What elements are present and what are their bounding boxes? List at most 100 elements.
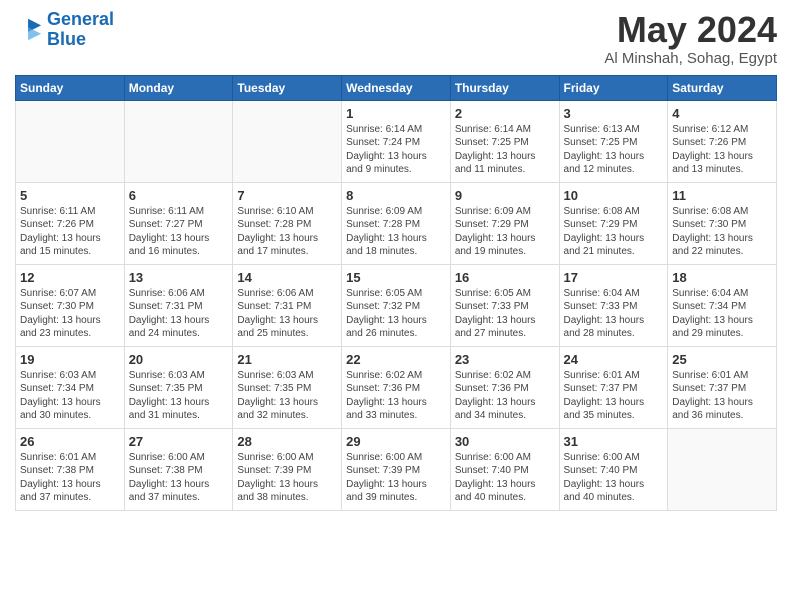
title-block: May 2024 Al Minshah, Sohag, Egypt: [604, 10, 777, 67]
day-number-1-1: 6: [129, 188, 229, 203]
cell-1-4: 9 Sunrise: 6:09 AMSunset: 7:29 PMDaylight…: [450, 182, 559, 264]
cell-3-3: 22 Sunrise: 6:02 AMSunset: 7:36 PMDayligh…: [342, 346, 451, 428]
day-number-1-5: 10: [564, 188, 664, 203]
header: General Blue May 2024 Al Minshah, Sohag,…: [15, 10, 777, 67]
cell-3-2: 21 Sunrise: 6:03 AMSunset: 7:35 PMDayligh…: [233, 346, 342, 428]
cell-1-6: 11Sunrise: 6:08 AMSunset: 7:30 PMDayligh…: [668, 182, 777, 264]
header-tuesday: Tuesday: [233, 75, 342, 100]
cell-0-1: [124, 100, 233, 182]
header-row: Sunday Monday Tuesday Wednesday Thursday…: [16, 75, 777, 100]
day-info-1-4: Sunrise: 6:09 AMSunset: 7:29 PMDaylight:…: [455, 205, 555, 259]
day-number-3-3: 22: [346, 352, 446, 367]
day-info-0-3: Sunrise: 6:14 AMSunset: 7:24 PMDaylight:…: [346, 123, 446, 177]
day-number-4-3: 29: [346, 434, 446, 449]
cell-0-2: [233, 100, 342, 182]
day-number-1-4: 9: [455, 188, 555, 203]
day-info-2-6: Sunrise: 6:04 AMSunset: 7:34 PMDaylight:…: [672, 287, 772, 341]
header-saturday: Saturday: [668, 75, 777, 100]
day-info-3-3: Sunrise: 6:02 AMSunset: 7:36 PMDaylight:…: [346, 369, 446, 423]
cell-3-1: 20Sunrise: 6:03 AMSunset: 7:35 PMDayligh…: [124, 346, 233, 428]
day-number-2-6: 18: [672, 270, 772, 285]
cell-0-4: 2 Sunrise: 6:14 AMSunset: 7:25 PMDaylight…: [450, 100, 559, 182]
week-row-4: 26 Sunrise: 6:01 AMSunset: 7:38 PMDayligh…: [16, 428, 777, 510]
cell-3-4: 23 Sunrise: 6:02 AMSunset: 7:36 PMDayligh…: [450, 346, 559, 428]
day-info-3-5: Sunrise: 6:01 AMSunset: 7:37 PMDaylight:…: [564, 369, 664, 423]
calendar-table: Sunday Monday Tuesday Wednesday Thursday…: [15, 75, 777, 511]
cell-4-5: 31Sunrise: 6:00 AMSunset: 7:40 PMDayligh…: [559, 428, 668, 510]
day-info-4-4: Sunrise: 6:00 AMSunset: 7:40 PMDaylight:…: [455, 451, 555, 505]
day-info-0-6: Sunrise: 6:12 AMSunset: 7:26 PMDaylight:…: [672, 123, 772, 177]
cell-2-0: 12 Sunrise: 6:07 AMSunset: 7:30 PMDayligh…: [16, 264, 125, 346]
week-row-0: 1Sunrise: 6:14 AMSunset: 7:24 PMDaylight…: [16, 100, 777, 182]
day-number-0-4: 2: [455, 106, 555, 121]
day-number-4-5: 31: [564, 434, 664, 449]
cell-4-2: 28 Sunrise: 6:00 AMSunset: 7:39 PMDayligh…: [233, 428, 342, 510]
day-info-4-1: Sunrise: 6:00 AMSunset: 7:38 PMDaylight:…: [129, 451, 229, 505]
day-number-1-3: 8: [346, 188, 446, 203]
cell-1-0: 5Sunrise: 6:11 AMSunset: 7:26 PMDaylight…: [16, 182, 125, 264]
cell-0-3: 1Sunrise: 6:14 AMSunset: 7:24 PMDaylight…: [342, 100, 451, 182]
day-number-3-6: 25: [672, 352, 772, 367]
week-row-2: 12 Sunrise: 6:07 AMSunset: 7:30 PMDayligh…: [16, 264, 777, 346]
day-number-2-1: 13: [129, 270, 229, 285]
day-info-0-4: Sunrise: 6:14 AMSunset: 7:25 PMDaylight:…: [455, 123, 555, 177]
cell-3-5: 24 Sunrise: 6:01 AMSunset: 7:37 PMDayligh…: [559, 346, 668, 428]
day-number-2-4: 16: [455, 270, 555, 285]
day-info-3-0: Sunrise: 6:03 AMSunset: 7:34 PMDaylight:…: [20, 369, 120, 423]
week-row-3: 19 Sunrise: 6:03 AMSunset: 7:34 PMDayligh…: [16, 346, 777, 428]
logo: General Blue: [15, 10, 114, 50]
cell-2-2: 14Sunrise: 6:06 AMSunset: 7:31 PMDayligh…: [233, 264, 342, 346]
cell-0-0: [16, 100, 125, 182]
header-friday: Friday: [559, 75, 668, 100]
day-number-2-2: 14: [237, 270, 337, 285]
day-number-3-5: 24: [564, 352, 664, 367]
cell-4-4: 30Sunrise: 6:00 AMSunset: 7:40 PMDayligh…: [450, 428, 559, 510]
day-number-1-2: 7: [237, 188, 337, 203]
day-info-2-1: Sunrise: 6:06 AMSunset: 7:31 PMDaylight:…: [129, 287, 229, 341]
day-info-2-4: Sunrise: 6:05 AMSunset: 7:33 PMDaylight:…: [455, 287, 555, 341]
cell-1-3: 8 Sunrise: 6:09 AMSunset: 7:28 PMDaylight…: [342, 182, 451, 264]
cell-0-6: 4Sunrise: 6:12 AMSunset: 7:26 PMDaylight…: [668, 100, 777, 182]
day-info-3-1: Sunrise: 6:03 AMSunset: 7:35 PMDaylight:…: [129, 369, 229, 423]
page: General Blue May 2024 Al Minshah, Sohag,…: [0, 0, 792, 521]
cell-0-5: 3 Sunrise: 6:13 AMSunset: 7:25 PMDaylight…: [559, 100, 668, 182]
day-number-3-0: 19: [20, 352, 120, 367]
week-row-1: 5Sunrise: 6:11 AMSunset: 7:26 PMDaylight…: [16, 182, 777, 264]
cell-1-5: 10Sunrise: 6:08 AMSunset: 7:29 PMDayligh…: [559, 182, 668, 264]
cell-2-6: 18 Sunrise: 6:04 AMSunset: 7:34 PMDayligh…: [668, 264, 777, 346]
day-number-4-0: 26: [20, 434, 120, 449]
day-info-3-2: Sunrise: 6:03 AMSunset: 7:35 PMDaylight:…: [237, 369, 337, 423]
day-info-4-2: Sunrise: 6:00 AMSunset: 7:39 PMDaylight:…: [237, 451, 337, 505]
day-number-0-5: 3: [564, 106, 664, 121]
day-info-1-1: Sunrise: 6:11 AMSunset: 7:27 PMDaylight:…: [129, 205, 229, 259]
day-info-2-0: Sunrise: 6:07 AMSunset: 7:30 PMDaylight:…: [20, 287, 120, 341]
logo-icon: [15, 16, 43, 44]
day-info-2-5: Sunrise: 6:04 AMSunset: 7:33 PMDaylight:…: [564, 287, 664, 341]
header-sunday: Sunday: [16, 75, 125, 100]
day-number-3-2: 21: [237, 352, 337, 367]
day-info-1-3: Sunrise: 6:09 AMSunset: 7:28 PMDaylight:…: [346, 205, 446, 259]
day-number-2-3: 15: [346, 270, 446, 285]
day-info-4-0: Sunrise: 6:01 AMSunset: 7:38 PMDaylight:…: [20, 451, 120, 505]
day-info-3-6: Sunrise: 6:01 AMSunset: 7:37 PMDaylight:…: [672, 369, 772, 423]
day-number-4-1: 27: [129, 434, 229, 449]
day-number-3-4: 23: [455, 352, 555, 367]
logo-text: General Blue: [47, 10, 114, 50]
cell-2-4: 16 Sunrise: 6:05 AMSunset: 7:33 PMDayligh…: [450, 264, 559, 346]
day-info-3-4: Sunrise: 6:02 AMSunset: 7:36 PMDaylight:…: [455, 369, 555, 423]
day-info-0-5: Sunrise: 6:13 AMSunset: 7:25 PMDaylight:…: [564, 123, 664, 177]
header-wednesday: Wednesday: [342, 75, 451, 100]
title-location: Al Minshah, Sohag, Egypt: [604, 50, 777, 67]
day-number-1-6: 11: [672, 188, 772, 203]
cell-3-6: 25 Sunrise: 6:01 AMSunset: 7:37 PMDayligh…: [668, 346, 777, 428]
cell-4-0: 26 Sunrise: 6:01 AMSunset: 7:38 PMDayligh…: [16, 428, 125, 510]
day-number-2-0: 12: [20, 270, 120, 285]
cell-4-1: 27 Sunrise: 6:00 AMSunset: 7:38 PMDayligh…: [124, 428, 233, 510]
cell-2-3: 15Sunrise: 6:05 AMSunset: 7:32 PMDayligh…: [342, 264, 451, 346]
title-month: May 2024: [604, 10, 777, 50]
day-info-1-0: Sunrise: 6:11 AMSunset: 7:26 PMDaylight:…: [20, 205, 120, 259]
cell-1-2: 7 Sunrise: 6:10 AMSunset: 7:28 PMDaylight…: [233, 182, 342, 264]
day-number-4-2: 28: [237, 434, 337, 449]
header-monday: Monday: [124, 75, 233, 100]
day-info-1-2: Sunrise: 6:10 AMSunset: 7:28 PMDaylight:…: [237, 205, 337, 259]
